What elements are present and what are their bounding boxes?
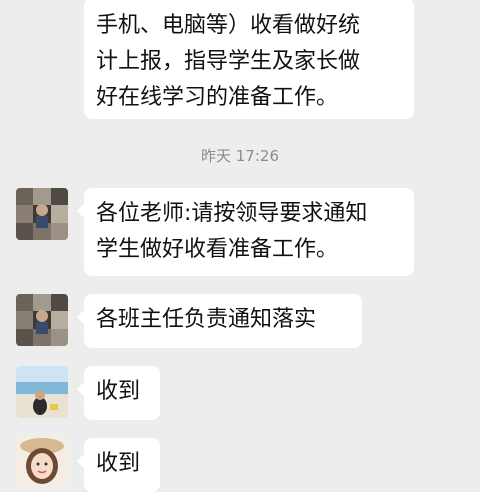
message-text-line: 好在线学习的准备工作。 [96,85,339,110]
message-bubble[interactable]: 收到 [77,366,160,420]
collage-avatar-icon [16,188,68,240]
sender-avatar[interactable] [16,436,68,488]
message-text-line: 手机、电脑等）收看做好统 [96,13,361,38]
sender-avatar[interactable] [16,366,68,418]
message-bubble[interactable]: 收到 [77,438,160,492]
message-text-line: 各班主任负责通知落实 [96,307,317,332]
sender-avatar[interactable] [16,188,68,240]
message-timestamp: 昨天 17:26 [201,147,279,165]
message-text-line: 收到 [96,451,141,476]
message-text-line: 学生做好收看准备工作。 [96,237,339,262]
message-text-line: 计上报，指导学生及家长做 [96,49,361,74]
cartoon-girl-avatar-icon [16,436,68,488]
message-text-line: 收到 [96,379,141,404]
chat-message-list[interactable]: 手机、电脑等）收看做好统 计上报，指导学生及家长做 好在线学习的准备工作。 昨天… [0,0,480,492]
message-bubble[interactable]: 手机、电脑等）收看做好统 计上报，指导学生及家长做 好在线学习的准备工作。 [84,0,414,119]
message-bubble[interactable]: 各位老师:请按领导要求通知 学生做好收看准备工作。 [77,188,414,276]
collage-avatar-icon [16,294,68,346]
sender-avatar[interactable] [16,294,68,346]
beach-avatar-icon [16,366,68,418]
message-text-line: 各位老师:请按领导要求通知 [96,201,368,226]
message-bubble[interactable]: 各班主任负责通知落实 [77,294,362,348]
